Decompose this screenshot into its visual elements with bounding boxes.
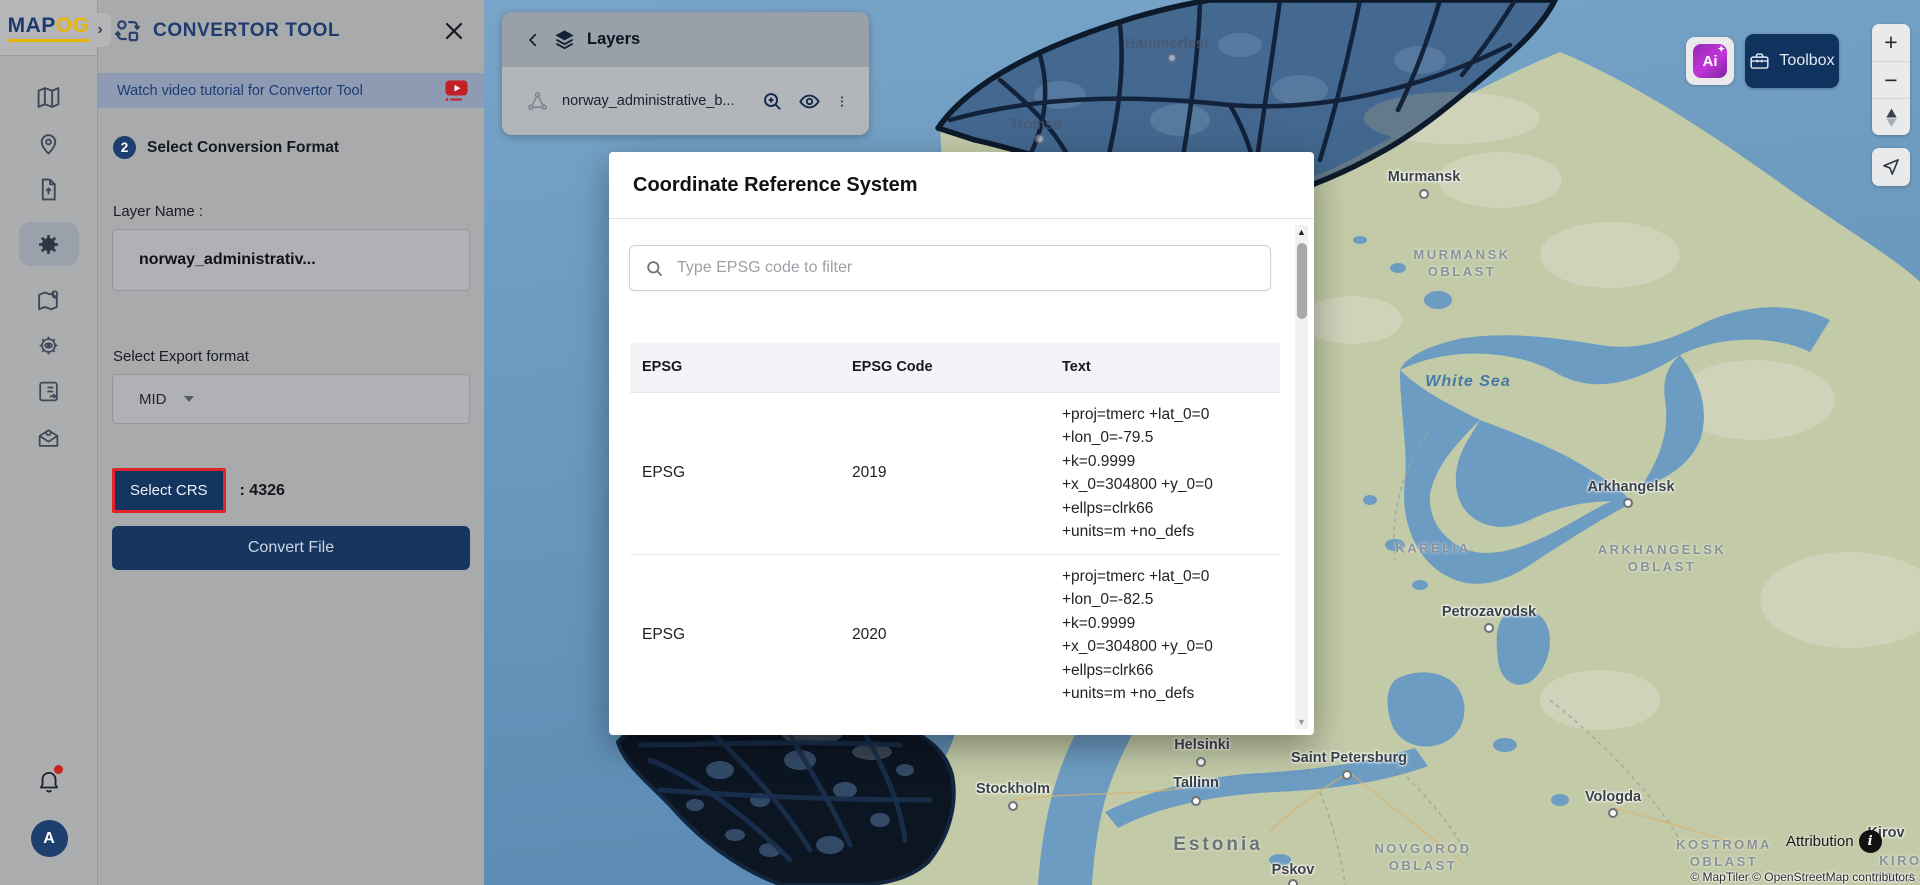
crs-value: : 4326: [240, 482, 285, 500]
left-icon-rail: MAPOG: [0, 0, 98, 885]
map-icon: [36, 85, 61, 110]
scrollbar-up-arrow[interactable]: ▲: [1295, 227, 1308, 237]
location-pin-icon: [36, 131, 61, 156]
zoom-out-button[interactable]: −: [1872, 61, 1910, 98]
zoom-in-button[interactable]: +: [1872, 24, 1910, 61]
crs-cell-code: 2020: [840, 554, 1050, 716]
crs-table-header-row: EPSGEPSG CodeText: [630, 343, 1280, 392]
logo-text-map: MAP: [8, 14, 56, 37]
layers-icon: [553, 28, 576, 51]
modal-title: Coordinate Reference System: [633, 174, 918, 197]
mail-pin-icon: [36, 425, 61, 450]
app-logo[interactable]: MAPOG: [0, 0, 97, 56]
crs-table-body: EPSG2019+proj=tmerc +lat_0=0 +lon_0=-79.…: [630, 392, 1280, 716]
search-icon: [645, 259, 664, 278]
vector-polygon-icon: [526, 90, 549, 113]
map-zoom-control: + −: [1872, 24, 1910, 135]
youtube-icon: [444, 79, 469, 102]
sidebar-item-upload[interactable]: [21, 176, 77, 202]
scrollbar-down-arrow[interactable]: ▼: [1295, 717, 1308, 727]
layers-panel-title: Layers: [587, 30, 640, 49]
sidebar-item-share[interactable]: [21, 424, 77, 450]
crs-cell-proj: +proj=tmerc +lat_0=0 +lon_0=-79.5 +k=0.9…: [1050, 392, 1280, 554]
crs-column-header: EPSG Code: [840, 343, 1050, 392]
converter-gear-icon: [36, 232, 61, 257]
sidebar-item-convertor[interactable]: [19, 222, 79, 266]
convertor-tool-icon: [114, 17, 141, 44]
step-title: Select Conversion Format: [147, 139, 339, 157]
toolbox-label: Toolbox: [1779, 52, 1834, 70]
sidebar-item-basemap[interactable]: [21, 84, 77, 110]
sidebar-item-process[interactable]: [21, 332, 77, 358]
ai-tools-button[interactable]: Ai✦: [1686, 37, 1734, 85]
ai-icon: Ai✦: [1693, 44, 1727, 78]
eye-icon[interactable]: [798, 90, 821, 113]
app-screen: HammerfestTromsøMurmanskArkhangelskPetro…: [0, 0, 1920, 885]
chevron-down-icon: [184, 396, 194, 402]
crs-modal: Coordinate Reference System EPSGEPSG Cod…: [609, 152, 1314, 735]
sidebar-item-map-analysis[interactable]: [21, 286, 77, 312]
panel-collapse-tab[interactable]: ›: [89, 13, 111, 47]
layers-panel: Layers norway_administrative_b...: [502, 12, 869, 135]
layer-name-label: Layer Name :: [113, 203, 469, 220]
step-badge: 2: [113, 136, 136, 159]
back-chevron-icon[interactable]: [524, 31, 542, 49]
attribution-label: Attribution: [1786, 833, 1854, 850]
notification-dot: [54, 765, 63, 774]
crs-cell-code: 2019: [840, 392, 1050, 554]
toolbox-icon: [1749, 51, 1770, 72]
scrollbar-thumb[interactable]: [1297, 243, 1307, 319]
layer-name-field[interactable]: norway_administrativ...: [112, 229, 470, 291]
video-tutorial-banner[interactable]: Watch video tutorial for Convertor Tool: [98, 73, 484, 108]
map-copyright: © MapTiler © OpenStreetMap contributors: [1690, 870, 1915, 884]
sidebar-item-location[interactable]: [21, 130, 77, 156]
toolbox-button[interactable]: Toolbox: [1745, 34, 1839, 88]
file-upload-icon: [36, 177, 61, 202]
modal-scrollbar[interactable]: ▲ ▼: [1295, 225, 1308, 729]
panel-title: CONVERTOR TOOL: [153, 20, 442, 42]
layer-row[interactable]: norway_administrative_b...: [502, 67, 869, 135]
info-icon[interactable]: i: [1859, 830, 1882, 853]
convert-file-button[interactable]: Convert File: [112, 526, 470, 570]
crs-table: EPSGEPSG CodeText EPSG2019+proj=tmerc +l…: [630, 343, 1280, 716]
compass-needle-icon: [1883, 107, 1900, 128]
crs-row[interactable]: EPSG2019+proj=tmerc +lat_0=0 +lon_0=-79.…: [630, 392, 1280, 554]
export-format-value: MID: [139, 391, 167, 408]
sparkle-icon: ✦: [1717, 44, 1725, 55]
attribution-control: Attribution i: [1786, 830, 1882, 853]
convertor-tool-panel: › CONVERTOR TOOL Watch video tutorial fo…: [98, 0, 484, 885]
select-crs-button[interactable]: Select CRS: [112, 468, 226, 513]
epsg-search-box: [629, 245, 1271, 291]
crs-cell-epsg: EPSG: [630, 392, 840, 554]
locate-me-button[interactable]: [1872, 148, 1910, 186]
crs-row[interactable]: EPSG2020+proj=tmerc +lat_0=0 +lon_0=-82.…: [630, 554, 1280, 716]
crs-cell-proj: +proj=tmerc +lat_0=0 +lon_0=-82.5 +k=0.9…: [1050, 554, 1280, 716]
layer-name-text: norway_administrative_b...: [562, 93, 734, 109]
logo-text-og: OG: [56, 14, 90, 37]
video-tutorial-label: Watch video tutorial for Convertor Tool: [117, 83, 444, 99]
sidebar-item-report[interactable]: [21, 378, 77, 404]
close-icon[interactable]: [442, 19, 466, 43]
gear-eye-icon: [36, 333, 61, 358]
export-format-label: Select Export format: [113, 348, 469, 365]
notifications-bell[interactable]: [36, 768, 62, 794]
zoom-to-layer-icon[interactable]: [761, 90, 784, 113]
crs-column-header: Text: [1050, 343, 1280, 392]
report-list-icon: [36, 379, 61, 404]
user-avatar[interactable]: A: [31, 820, 68, 857]
crs-column-header: EPSG: [630, 343, 840, 392]
navigation-arrow-icon: [1881, 157, 1901, 177]
crs-cell-epsg: EPSG: [630, 554, 840, 716]
kebab-menu-icon[interactable]: [835, 90, 849, 113]
export-format-select[interactable]: MID: [112, 374, 470, 424]
epsg-search-input[interactable]: [677, 259, 1270, 277]
map-pin-icon: [36, 287, 61, 312]
compass-button[interactable]: [1872, 98, 1910, 135]
